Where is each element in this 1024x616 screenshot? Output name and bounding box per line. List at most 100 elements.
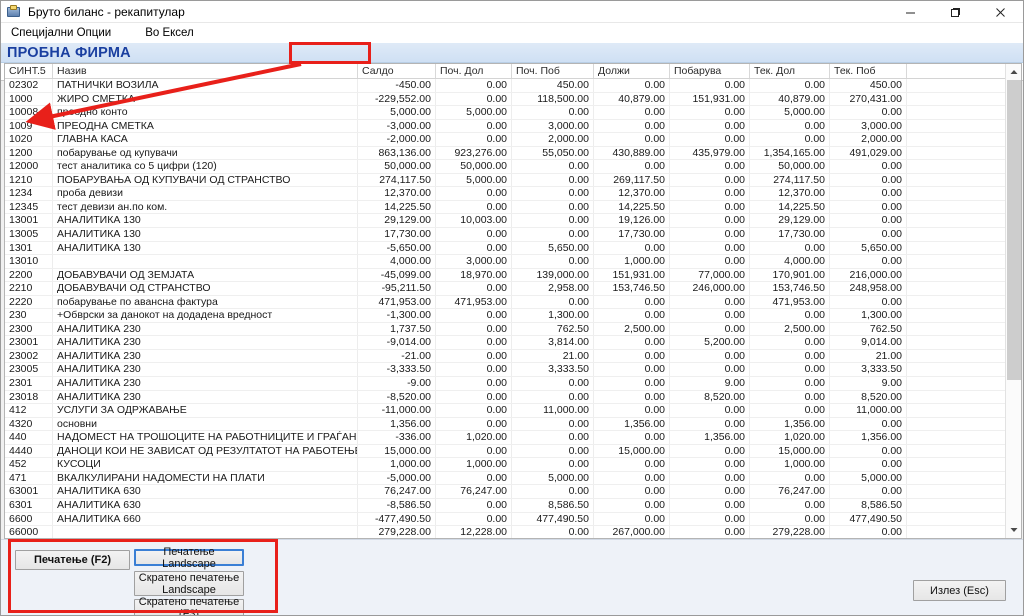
cell-sint5: 23001 [5, 336, 53, 349]
table-row[interactable]: 2220побарување по авансна фактура471,953… [5, 296, 1005, 310]
title-bar: Бруто биланс - рекапитулар [1, 1, 1023, 23]
cell-dolzi: 12,370.00 [594, 187, 670, 200]
maximize-icon[interactable] [933, 1, 978, 23]
cell-saldo: 29,129.00 [358, 214, 436, 227]
cell-saldo: -3,000.00 [358, 120, 436, 133]
column-header-poc_dol[interactable]: Поч. Дол [436, 64, 512, 78]
column-header-tek_pob[interactable]: Тек. Поб [830, 64, 907, 78]
short-print-landscape-button[interactable]: Скратено печатење Landscape [134, 571, 244, 596]
cell-pobaruva: 0.00 [670, 242, 750, 255]
print-landscape-button[interactable]: Печатење Landscape [134, 549, 244, 566]
cell-pobaruva: 0.00 [670, 228, 750, 241]
short-print-f3-button[interactable]: Скратено печатење (F3) [134, 599, 244, 616]
close-icon[interactable] [978, 1, 1023, 23]
table-row[interactable]: 23018АНАЛИТИКА 230-8,520.000.000.000.008… [5, 391, 1005, 405]
table-row[interactable]: 23005АНАЛИТИКА 230-3,333.500.003,333.500… [5, 363, 1005, 377]
cell-poc_dol: 0.00 [436, 363, 512, 376]
table-row[interactable]: 23001АНАЛИТИКА 230-9,014.000.003,814.000… [5, 336, 1005, 350]
table-row[interactable]: 2300АНАЛИТИКА 2301,737.500.00762.502,500… [5, 323, 1005, 337]
table-row[interactable]: 63001АНАЛИТИКА 63076,247.0076,247.000.00… [5, 485, 1005, 499]
cell-sint5: 4320 [5, 418, 53, 431]
cell-naziv: КУСОЦИ [53, 458, 358, 471]
table-row[interactable]: 452КУСОЦИ1,000.001,000.000.000.000.001,0… [5, 458, 1005, 472]
table-row[interactable]: 12345тест девизи ан.по ком.14,225.500.00… [5, 201, 1005, 215]
table-row[interactable]: 23002АНАЛИТИКА 230-21.000.0021.000.000.0… [5, 350, 1005, 364]
table-row[interactable]: 2210ДОБАВУВАЧИ ОД СТРАНСТВО-95,211.500.0… [5, 282, 1005, 296]
column-header-dolzi[interactable]: Должи [594, 64, 670, 78]
cell-pobaruva: 77,000.00 [670, 269, 750, 282]
scroll-down-arrow-icon[interactable] [1006, 522, 1022, 538]
cell-dolzi: 0.00 [594, 404, 670, 417]
table-row[interactable]: 10008преодно конто5,000.005,000.000.000.… [5, 106, 1005, 120]
cell-saldo: -229,552.00 [358, 93, 436, 106]
column-header-saldo[interactable]: Салдо [358, 64, 436, 78]
cell-sint5: 1020 [5, 133, 53, 146]
cell-dolzi: 0.00 [594, 513, 670, 526]
table-row[interactable]: 02302ПАТНИЧКИ ВОЗИЛА-450.000.00450.000.0… [5, 79, 1005, 93]
cell-sint5: 13005 [5, 228, 53, 241]
table-row[interactable]: 4320основни1,356.000.000.001,356.000.001… [5, 418, 1005, 432]
table-row[interactable]: 1234проба девизи12,370.000.000.0012,370.… [5, 187, 1005, 201]
cell-tek_dol: 12,370.00 [750, 187, 830, 200]
cell-sint5: 2301 [5, 377, 53, 390]
footer-panel: Печатење (F2) Печатење Landscape Скратен… [1, 539, 1024, 615]
table-row[interactable]: 4440ДАНОЦИ КОИ НЕ ЗАВИСАТ ОД РЕЗУЛТАТОТ … [5, 445, 1005, 459]
print-f2-button[interactable]: Печатење (F2) [15, 550, 130, 570]
cell-poc_dol: 0.00 [436, 120, 512, 133]
data-grid: СИНТ.5НазивСалдоПоч. ДолПоч. ПобДолжиПоб… [4, 63, 1022, 539]
menu-item-special-options[interactable]: Специјални Опции [9, 25, 121, 41]
table-row[interactable]: 230+Обврски за данокот на додадена вредн… [5, 309, 1005, 323]
cell-pobaruva: 9.00 [670, 377, 750, 390]
table-row[interactable]: 1000ЖИРО СМЕТКА-229,552.000.00118,500.00… [5, 93, 1005, 107]
table-row[interactable]: 13005АНАЛИТИКА 13017,730.000.000.0017,73… [5, 228, 1005, 242]
cell-dolzi: 19,126.00 [594, 214, 670, 227]
cell-dolzi: 0.00 [594, 485, 670, 498]
cell-saldo: 471,953.00 [358, 296, 436, 309]
column-header-naziv[interactable]: Назив [53, 64, 358, 78]
column-header-tek_dol[interactable]: Тек. Дол [750, 64, 830, 78]
table-row[interactable]: 12000тест аналитика со 5 цифри (120)50,0… [5, 160, 1005, 174]
cell-dolzi: 40,879.00 [594, 93, 670, 106]
cell-tek_pob: 9.00 [830, 377, 907, 390]
cell-saldo: -336.00 [358, 431, 436, 444]
menu-item-to-excel[interactable]: Во Ексел [143, 25, 204, 41]
table-row[interactable]: 1009ПРЕОДНА СМЕТКА-3,000.000.003,000.000… [5, 120, 1005, 134]
cell-poc_pob: 2,000.00 [512, 133, 594, 146]
column-header-sint5[interactable]: СИНТ.5 [5, 64, 53, 78]
table-row[interactable]: 66000279,228.0012,228.000.00267,000.000.… [5, 526, 1005, 538]
exit-button[interactable]: Излез (Esc) [913, 580, 1006, 601]
cell-tek_dol: 29,129.00 [750, 214, 830, 227]
table-row[interactable]: 1301АНАЛИТИКА 130-5,650.000.005,650.000.… [5, 242, 1005, 256]
cell-dolzi: 0.00 [594, 350, 670, 363]
table-row[interactable]: 471ВКАЛКУЛИРАНИ НАДОМЕСТИ НА ПЛАТИ-5,000… [5, 472, 1005, 486]
cell-tek_pob: 9,014.00 [830, 336, 907, 349]
column-header-pobaruva[interactable]: Побарува [670, 64, 750, 78]
table-row[interactable]: 440НАДОМЕСТ НА ТРОШОЦИТЕ НА РАБОТНИЦИТЕ … [5, 431, 1005, 445]
cell-poc_pob: 0.00 [512, 445, 594, 458]
scrollbar-thumb[interactable] [1007, 80, 1021, 380]
cell-tek_pob: 0.00 [830, 214, 907, 227]
minimize-icon[interactable] [888, 1, 933, 23]
table-row[interactable]: 1020ГЛАВНА КАСА-2,000.000.002,000.000.00… [5, 133, 1005, 147]
grid-viewport[interactable]: СИНТ.5НазивСалдоПоч. ДолПоч. ПобДолжиПоб… [5, 64, 1005, 538]
cell-poc_dol: 76,247.00 [436, 485, 512, 498]
table-row[interactable]: 412УСЛУГИ ЗА ОДРЖАВАЊЕ-11,000.000.0011,0… [5, 404, 1005, 418]
column-header-poc_pob[interactable]: Поч. Поб [512, 64, 594, 78]
table-row[interactable]: 1210ПОБАРУВАЊА ОД КУПУВАЧИ ОД СТРАНСТВО2… [5, 174, 1005, 188]
table-row[interactable]: 6301АНАЛИТИКА 630-8,586.500.008,586.500.… [5, 499, 1005, 513]
table-row[interactable]: 130104,000.003,000.000.001,000.000.004,0… [5, 255, 1005, 269]
cell-sint5: 4440 [5, 445, 53, 458]
vertical-scrollbar[interactable] [1005, 64, 1021, 538]
cell-naziv: ДОБАВУВАЧИ ОД ЗЕМЈАТА [53, 269, 358, 282]
table-row[interactable]: 6600АНАЛИТИКА 660-477,490.500.00477,490.… [5, 513, 1005, 527]
cell-poc_pob: 0.00 [512, 106, 594, 119]
cell-poc_dol: 1,000.00 [436, 458, 512, 471]
cell-dolzi: 0.00 [594, 242, 670, 255]
table-row[interactable]: 2301АНАЛИТИКА 230-9.000.000.000.009.000.… [5, 377, 1005, 391]
scroll-up-arrow-icon[interactable] [1006, 64, 1022, 80]
cell-poc_pob: 0.00 [512, 431, 594, 444]
table-row[interactable]: 1200побарување од купувачи863,136.00923,… [5, 147, 1005, 161]
table-row[interactable]: 13001АНАЛИТИКА 13029,129.0010,003.000.00… [5, 214, 1005, 228]
table-row[interactable]: 2200ДОБАВУВАЧИ ОД ЗЕМЈАТА-45,099.0018,97… [5, 269, 1005, 283]
cell-poc_pob: 8,586.50 [512, 499, 594, 512]
